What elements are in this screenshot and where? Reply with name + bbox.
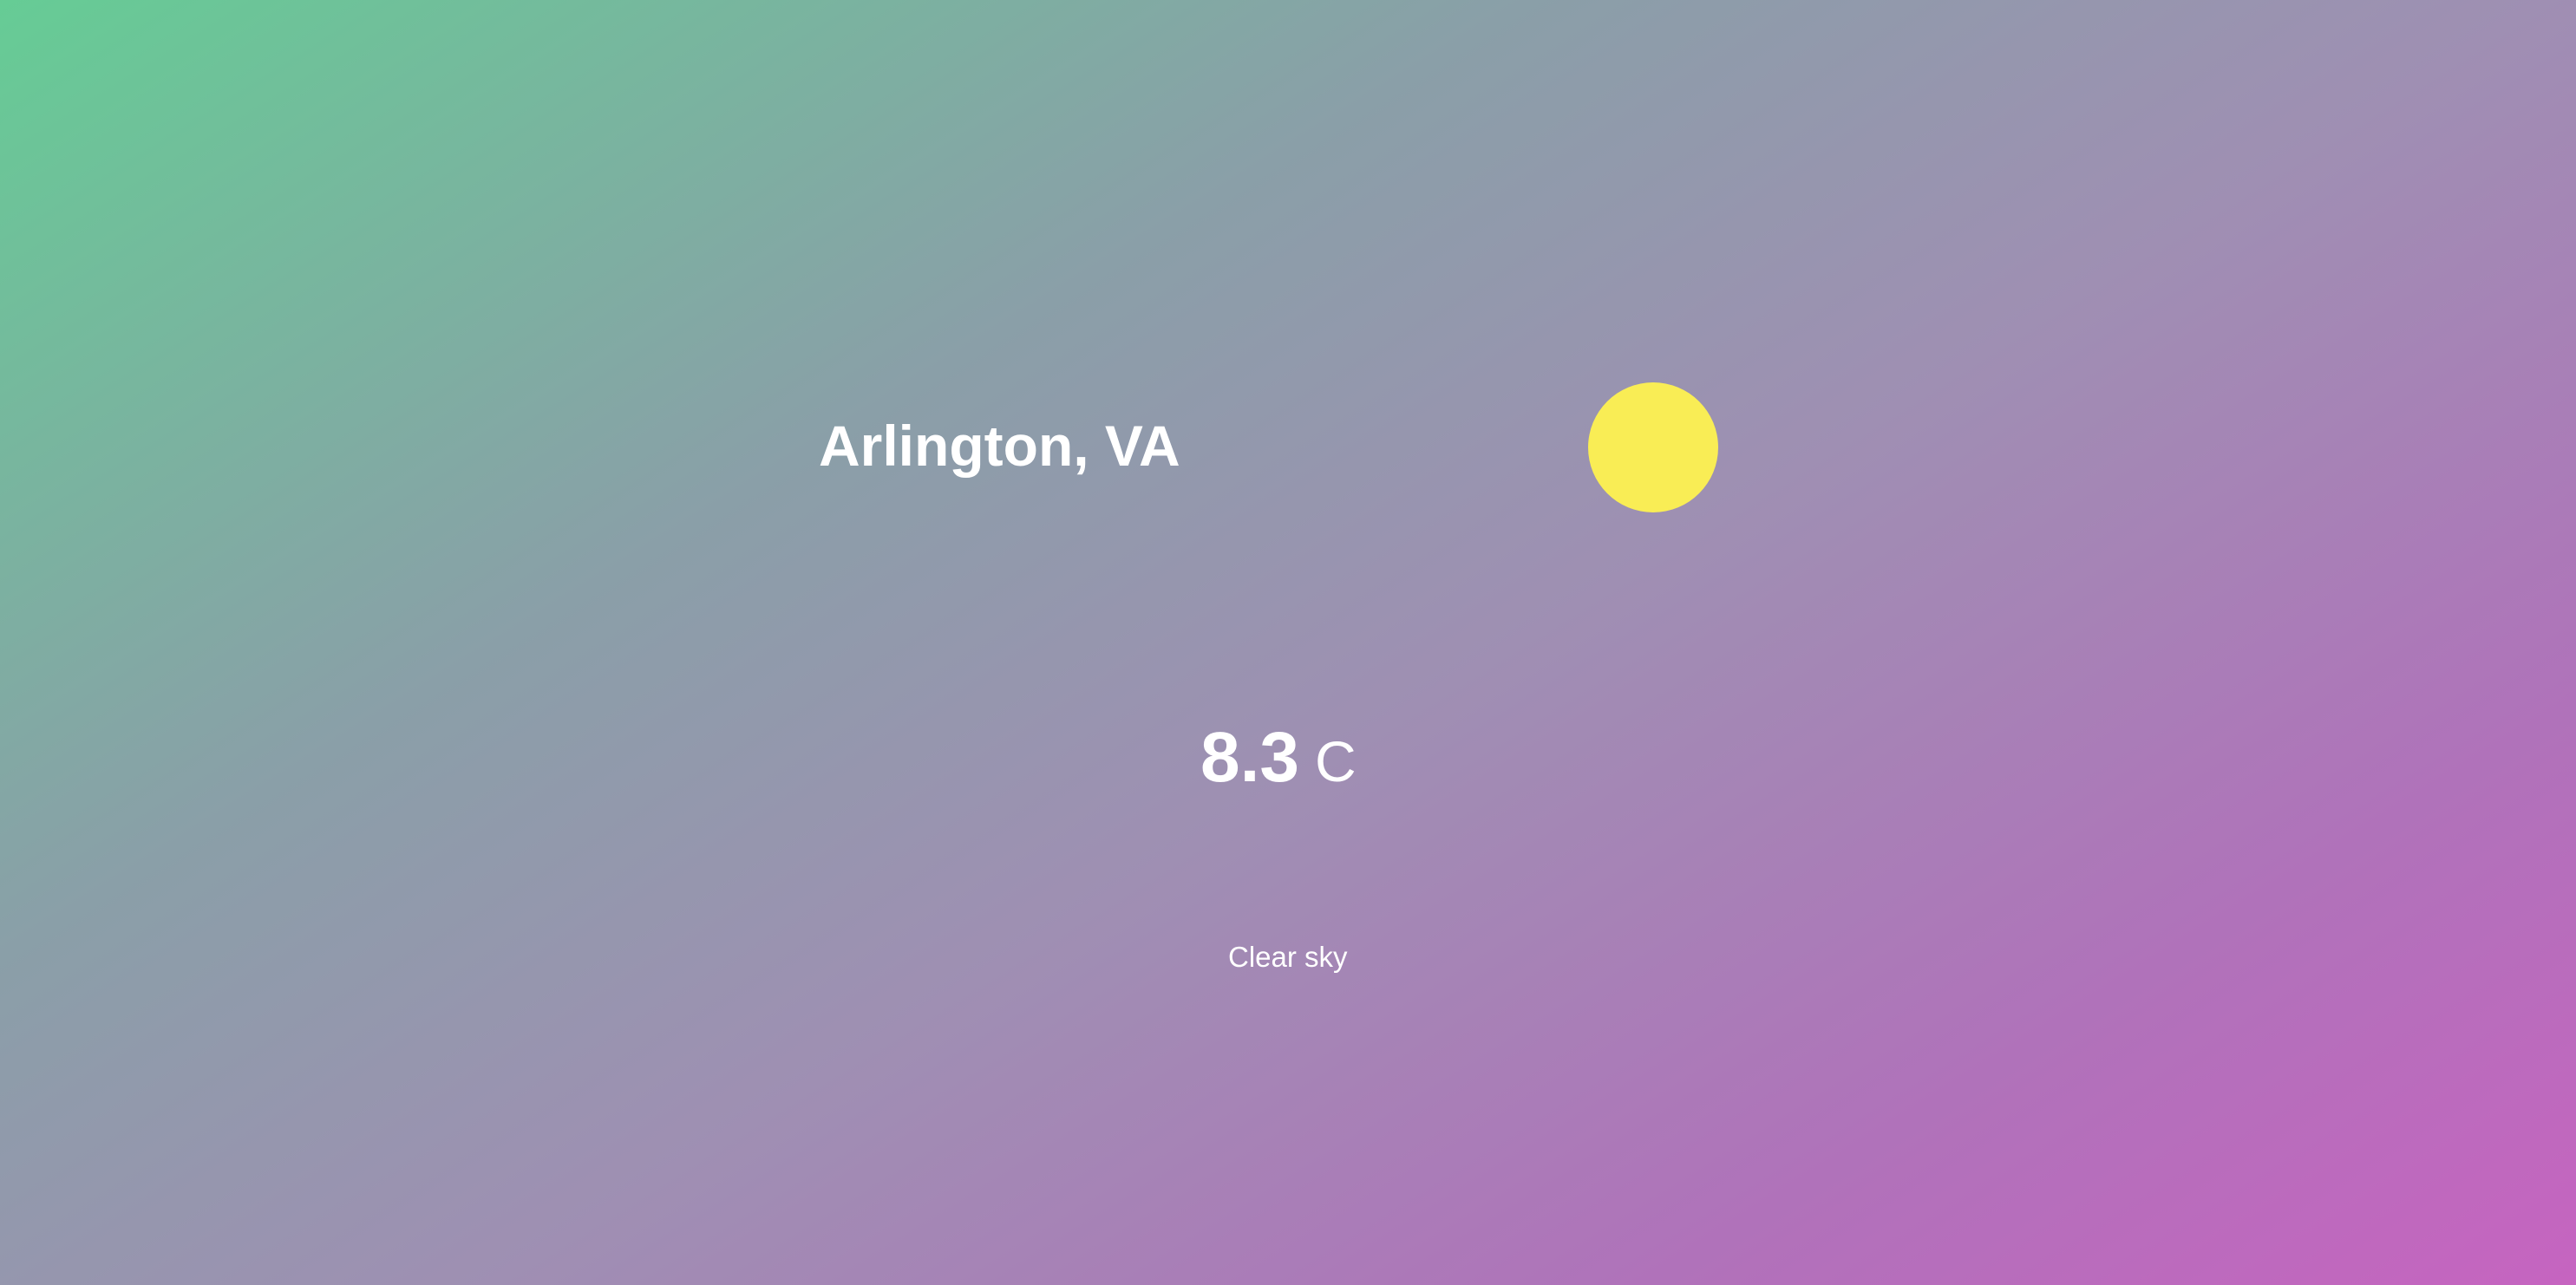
sun-icon <box>1588 382 1718 512</box>
temperature-value: 8.3 <box>1200 718 1299 797</box>
location-title: Arlington, VA <box>819 414 1180 478</box>
weather-screen: Arlington, VA 8.3 C Clear sky <box>0 0 2576 1285</box>
temperature-display: 8.3 C <box>1200 718 1357 818</box>
weather-condition: Clear sky <box>1228 941 1348 973</box>
temperature-unit: C <box>1315 729 1357 793</box>
